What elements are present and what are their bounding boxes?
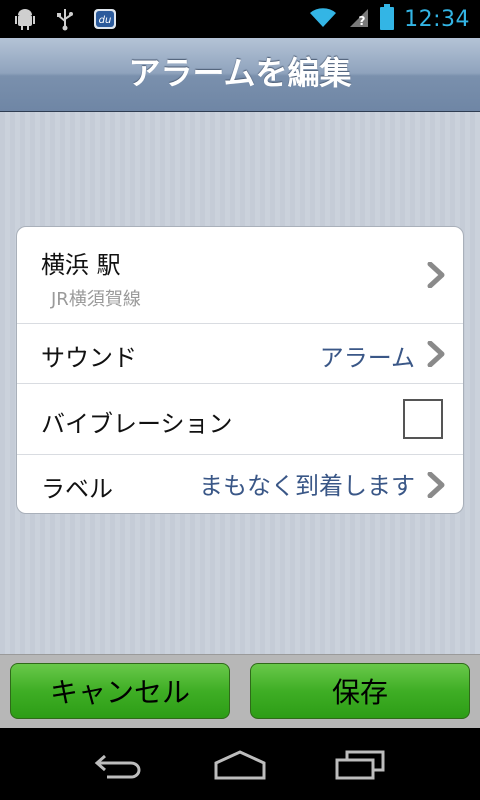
no-signal-icon: ? [348,5,370,33]
battery-icon [380,4,395,34]
svg-text:?: ? [359,14,366,28]
vibration-label: バイブレーション [41,410,233,438]
label-label: ラベル [41,475,113,503]
recent-apps-icon[interactable] [330,746,390,784]
wifi-icon [308,5,338,33]
sound-value: アラーム [319,344,415,372]
page-title: アラームを編集 [128,54,352,92]
chevron-right-icon [427,261,445,289]
vibration-checkbox[interactable] [403,399,443,439]
save-button[interactable]: 保存 [250,663,470,719]
sound-label: サウンド [41,344,137,372]
usb-icon [52,6,78,32]
station-row[interactable]: 横浜 駅 JR横須賀線 [17,227,463,324]
svg-text:du: du [99,15,112,26]
station-line: JR横須賀線 [51,289,141,310]
navigation-bar: アラームを編集 [0,38,480,112]
status-bar: du ? 12:34 [0,0,480,38]
back-icon[interactable] [90,746,150,784]
clock: 12:34 [404,6,470,32]
cancel-button[interactable]: キャンセル [10,663,230,719]
action-bar: キャンセル 保存 [0,654,480,729]
settings-content: 横浜 駅 JR横須賀線 サウンド アラーム バイブレーション ラベル まもなく到… [0,112,480,654]
du-app-icon: du [92,6,118,32]
home-icon[interactable] [210,746,270,784]
chevron-right-icon [427,340,445,368]
sound-row[interactable]: サウンド アラーム [17,324,463,384]
chevron-right-icon [427,471,445,499]
station-name: 横浜 駅 [41,251,121,279]
label-value: まもなく到着します [199,472,415,500]
alarm-settings-table: 横浜 駅 JR横須賀線 サウンド アラーム バイブレーション ラベル まもなく到… [16,226,464,514]
system-navigation-bar [0,728,480,800]
android-debug-icon [12,6,38,32]
vibration-row: バイブレーション [17,384,463,455]
label-row[interactable]: ラベル まもなく到着します [17,455,463,513]
